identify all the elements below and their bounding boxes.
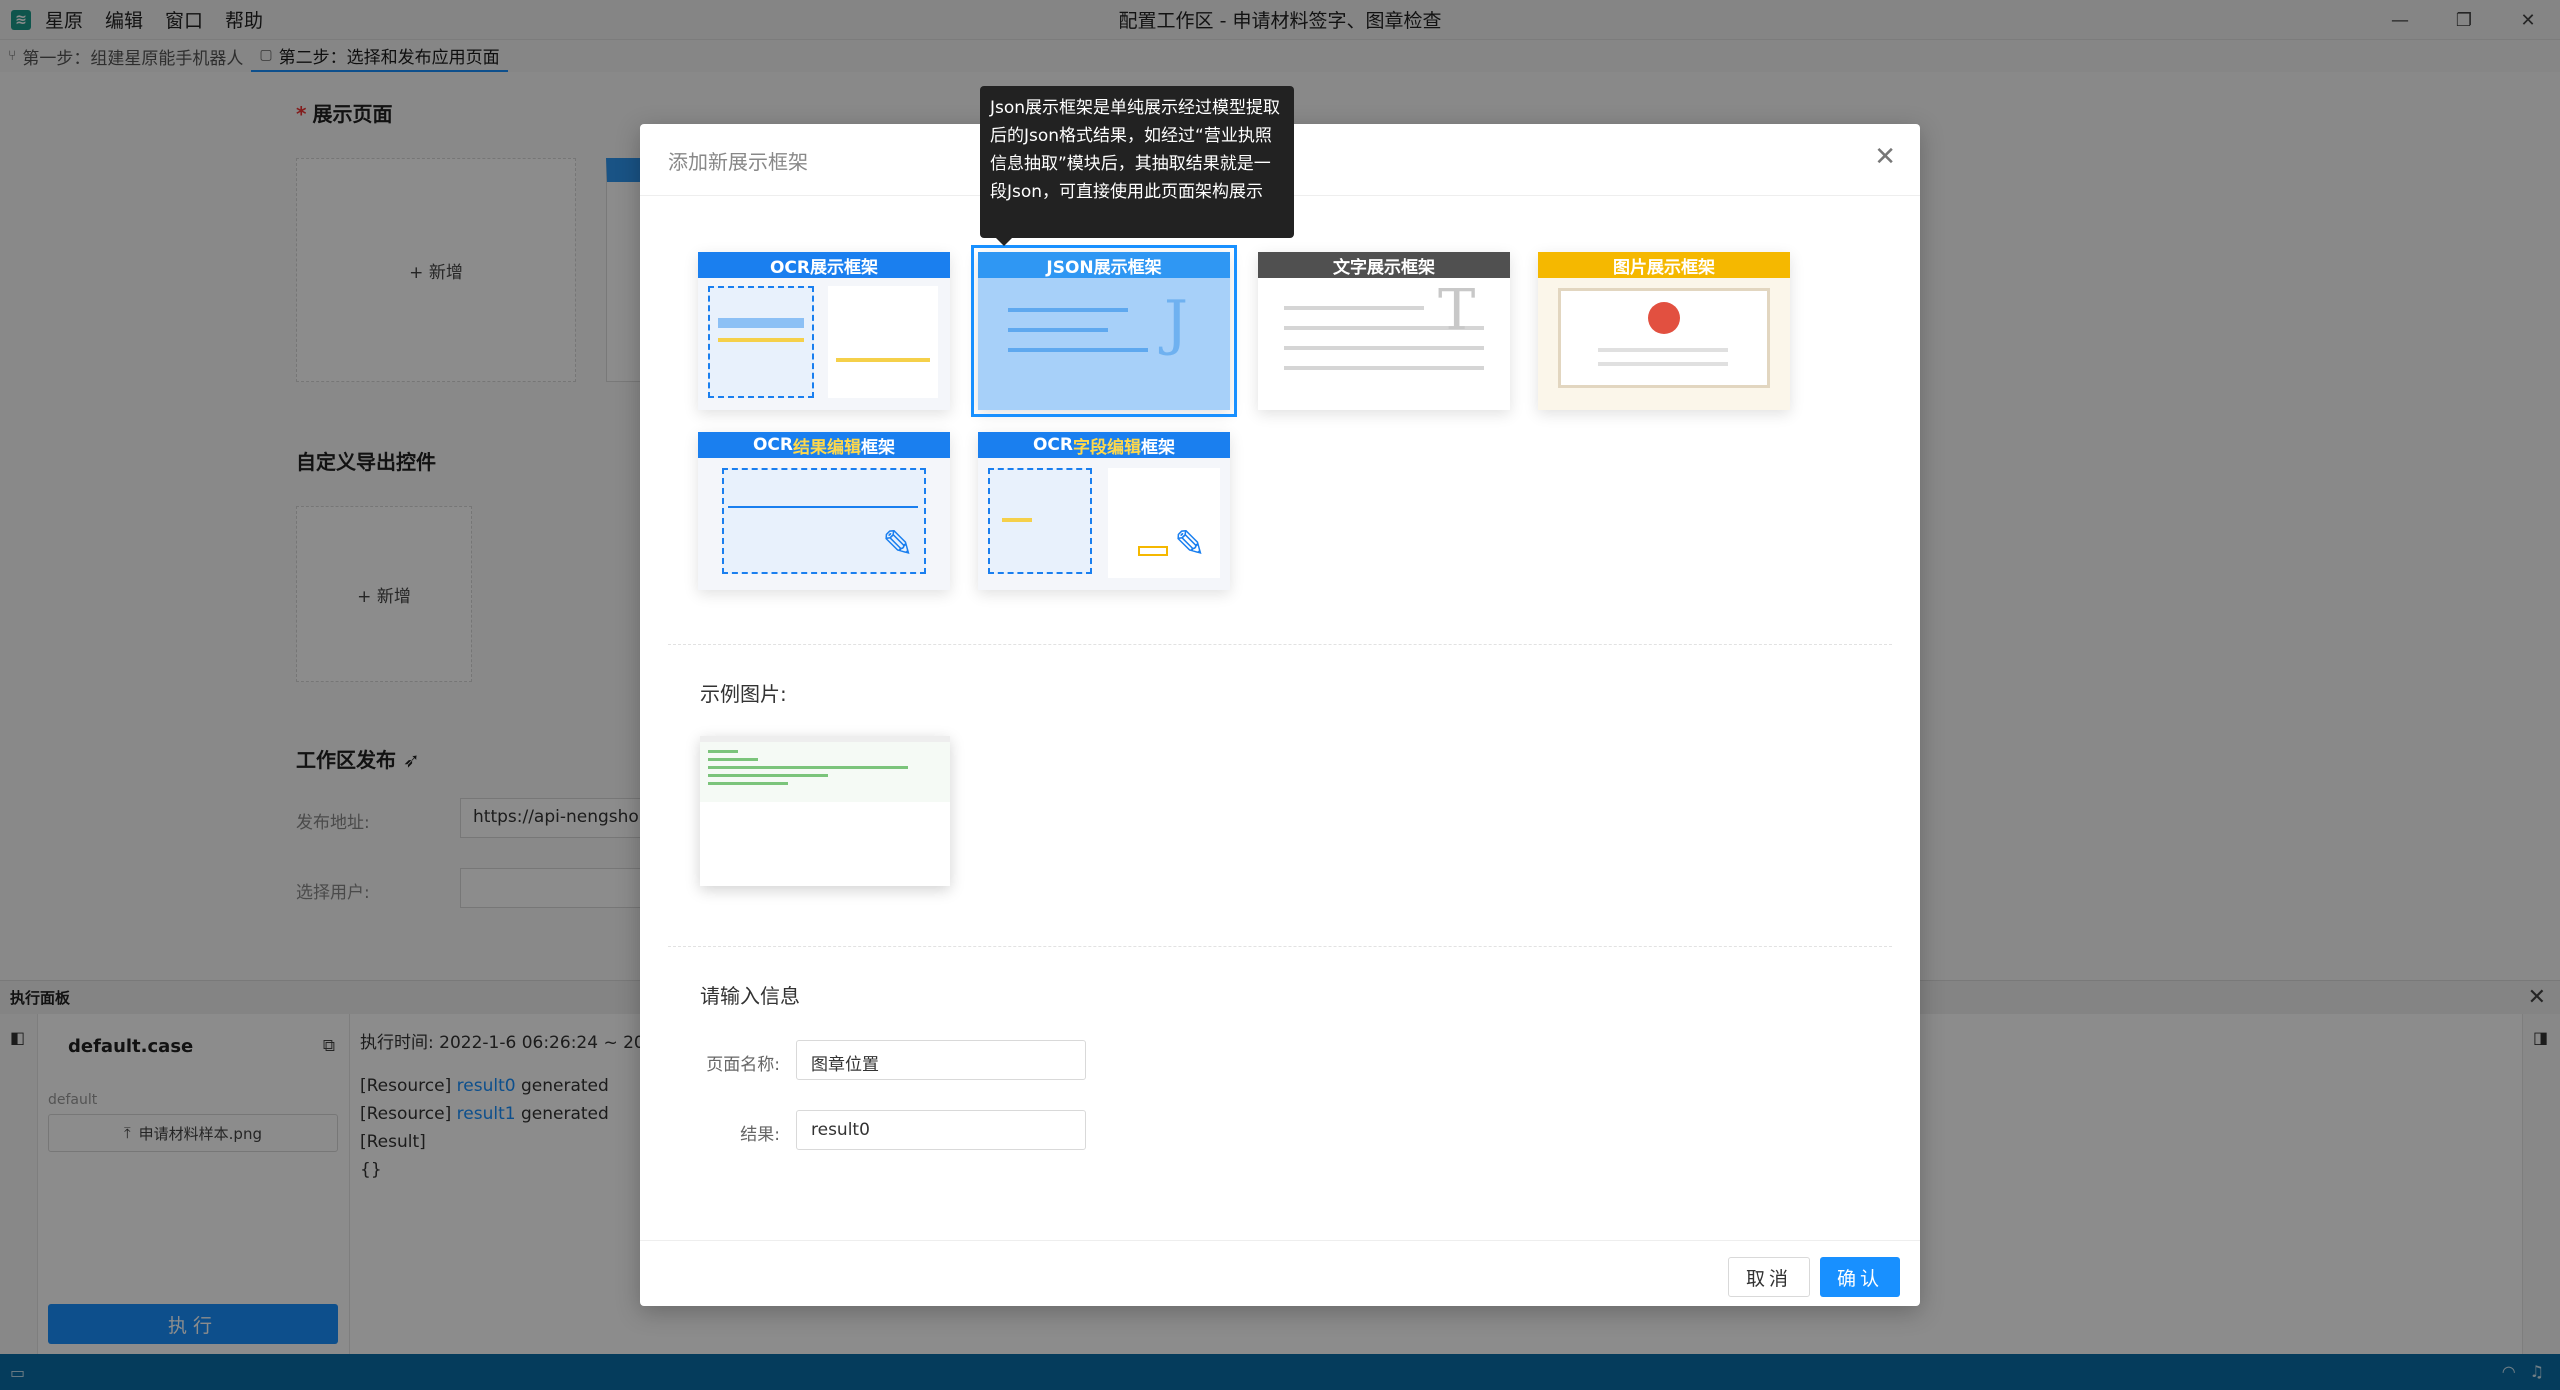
page-name-input[interactable]: 图章位置 bbox=[796, 1040, 1086, 1080]
frame-option-ocr-result-edit[interactable]: OCR 结果编辑 框架 ✎ bbox=[698, 432, 950, 590]
tooltip-arrow bbox=[996, 238, 1012, 246]
cancel-button[interactable]: 取消 bbox=[1728, 1257, 1810, 1297]
sample-image bbox=[700, 736, 950, 886]
sample-image-label: 示例图片: bbox=[700, 682, 787, 706]
frame-option-text[interactable]: 文字展示框架 T bbox=[1258, 252, 1510, 410]
divider bbox=[668, 946, 1892, 947]
frame-preview: J bbox=[978, 278, 1230, 410]
close-icon[interactable]: ✕ bbox=[1874, 142, 1896, 172]
frame-option-json[interactable]: JSON展示框架 J bbox=[971, 245, 1237, 417]
frame-preview: T bbox=[1258, 278, 1510, 410]
frame-option-ocr[interactable]: OCR展示框架 bbox=[698, 252, 950, 410]
frame-title: OCR展示框架 bbox=[698, 252, 950, 278]
pencil-icon: ✎ bbox=[882, 522, 914, 566]
frame-title: OCR 字段编辑 框架 bbox=[978, 432, 1230, 458]
frame-title: OCR 结果编辑 框架 bbox=[698, 432, 950, 458]
frame-options: OCR展示框架 JSON展示框架 J 文字展示框架 T 图片展示框架 OCR 结… bbox=[698, 245, 1858, 592]
frame-preview: ✎ bbox=[698, 458, 950, 590]
frame-preview bbox=[1538, 278, 1790, 410]
result-select[interactable]: result0 bbox=[796, 1110, 1086, 1150]
frame-preview bbox=[698, 278, 950, 410]
page-name-label: 页面名称: bbox=[706, 1055, 780, 1075]
frame-title: JSON展示框架 bbox=[978, 252, 1230, 278]
divider bbox=[668, 644, 1892, 645]
frame-title: 文字展示框架 bbox=[1258, 252, 1510, 278]
frame-title: 图片展示框架 bbox=[1538, 252, 1790, 278]
json-frame-tooltip: Json展示框架是单纯展示经过模型提取后的Json格式结果，如经过“营业执照信息… bbox=[980, 86, 1294, 238]
frame-option-ocr-field-edit[interactable]: OCR 字段编辑 框架 ✎ bbox=[978, 432, 1230, 590]
frame-preview: ✎ bbox=[978, 458, 1230, 590]
add-frame-dialog: 添加新展示框架 ✕ OCR展示框架 JSON展示框架 J 文字展示框架 T 图片… bbox=[640, 124, 1920, 1306]
confirm-button[interactable]: 确认 bbox=[1820, 1257, 1900, 1297]
frame-option-image[interactable]: 图片展示框架 bbox=[1538, 252, 1790, 410]
pencil-icon: ✎ bbox=[1174, 522, 1206, 566]
dialog-title: 添加新展示框架 bbox=[668, 150, 808, 174]
result-label: 结果: bbox=[740, 1125, 780, 1145]
info-section-title: 请输入信息 bbox=[700, 984, 800, 1008]
dialog-footer: 取消 确认 bbox=[640, 1240, 1920, 1306]
